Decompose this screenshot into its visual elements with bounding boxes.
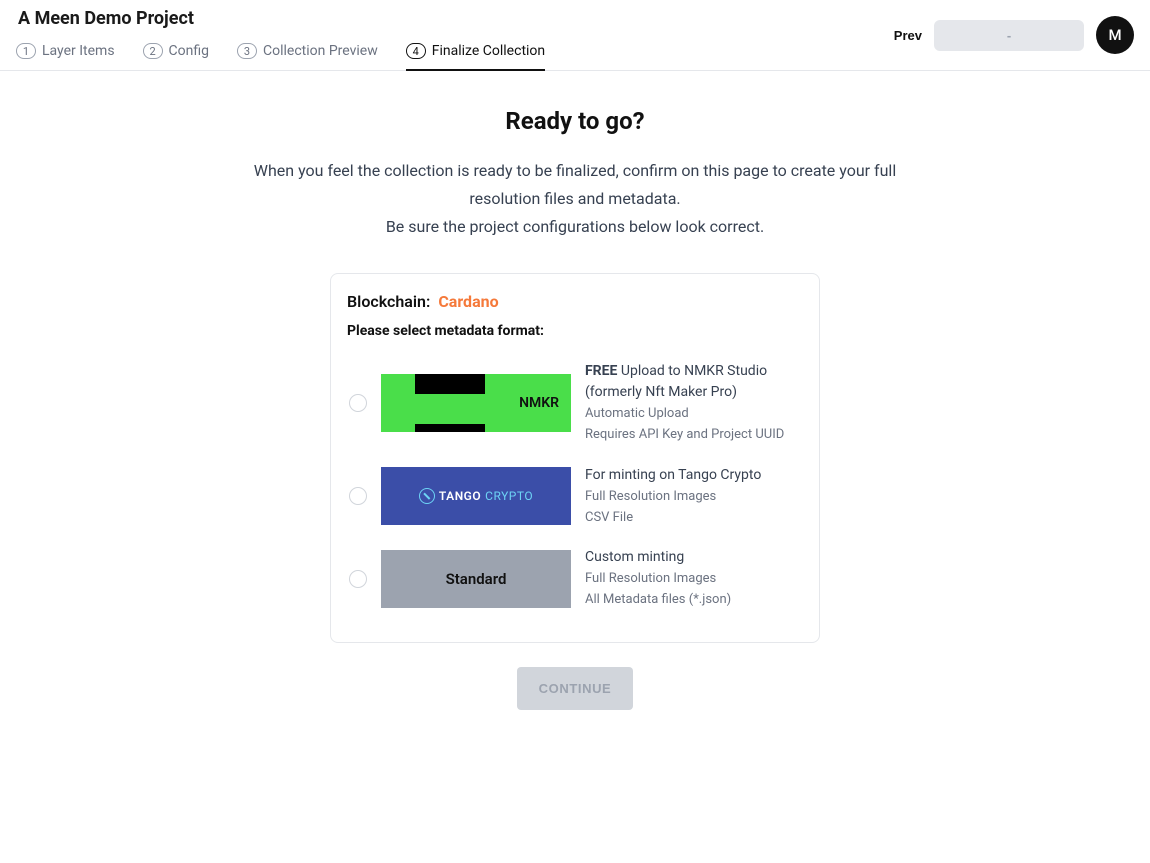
standard-logo-text: Standard [446,570,507,588]
option-sub1: Full Resolution Images [585,570,731,589]
tango-logo-icon: TANGO CRYPTO [381,467,571,525]
page-desc-line1: When you feel the collection is ready to… [245,157,905,213]
avatar[interactable]: M [1096,16,1134,54]
tango-logo-text-a: TANGO [439,489,481,503]
format-label: Please select metadata format: [347,323,803,339]
tab-finalize-collection[interactable]: 4 Finalize Collection [406,35,545,71]
next-button-disabled: - [934,20,1084,51]
page-title: Ready to go? [0,107,1150,135]
tab-label: Collection Preview [263,43,378,59]
option-nmkr[interactable]: NMKR FREE Upload to NMKR Studio (formerl… [347,351,803,455]
nmkr-logo-icon: NMKR [381,374,571,432]
tab-number: 2 [143,43,163,59]
prev-button[interactable]: Prev [894,28,922,43]
blockchain-value: Cardano [438,292,498,311]
tab-label: Layer Items [42,43,115,59]
config-card: Blockchain: Cardano Please select metada… [330,273,820,643]
header: A Meen Demo Project 1 Layer Items 2 Conf… [0,0,1150,71]
main-content: Ready to go? When you feel the collectio… [0,71,1150,710]
blockchain-row: Blockchain: Cardano [347,292,803,311]
option-sub1: Automatic Upload [585,405,801,424]
option-sub2: All Metadata files (*.json) [585,591,731,610]
tab-layer-items[interactable]: 1 Layer Items [16,35,115,71]
option-tango[interactable]: TANGOCRYPTO For minting on Tango Crypto … [347,455,803,538]
option-title: Custom minting [585,547,731,568]
option-title: FREE Upload to NMKR Studio (formerly Nft… [585,361,801,403]
option-sub1: Full Resolution Images [585,488,761,507]
radio-standard[interactable] [349,570,367,588]
tango-logo-text-b: CRYPTO [485,489,533,503]
radio-nmkr[interactable] [349,394,367,412]
continue-button[interactable]: CONTINUE [517,667,634,710]
standard-logo-icon: Standard [381,550,571,608]
option-sub2: Requires API Key and Project UUID [585,426,801,445]
tab-label: Finalize Collection [432,43,545,59]
tab-number: 4 [406,43,426,59]
tab-number: 3 [237,43,257,59]
page-description: When you feel the collection is ready to… [245,157,905,241]
option-list: NMKR FREE Upload to NMKR Studio (formerl… [347,351,803,620]
option-title: For minting on Tango Crypto [585,465,761,486]
option-sub2: CSV File [585,509,761,528]
nmkr-logo-text: NMKR [519,395,559,411]
blockchain-label: Blockchain: [347,292,430,311]
tab-collection-preview[interactable]: 3 Collection Preview [237,35,378,71]
tab-label: Config [169,43,209,59]
tango-circle-icon [419,488,435,504]
tab-number: 1 [16,43,36,59]
option-standard[interactable]: Standard Custom minting Full Resolution … [347,537,803,620]
page-desc-line2: Be sure the project configurations below… [245,213,905,241]
tab-config[interactable]: 2 Config [143,35,209,71]
option-title-bold: FREE [585,363,617,379]
radio-tango[interactable] [349,487,367,505]
